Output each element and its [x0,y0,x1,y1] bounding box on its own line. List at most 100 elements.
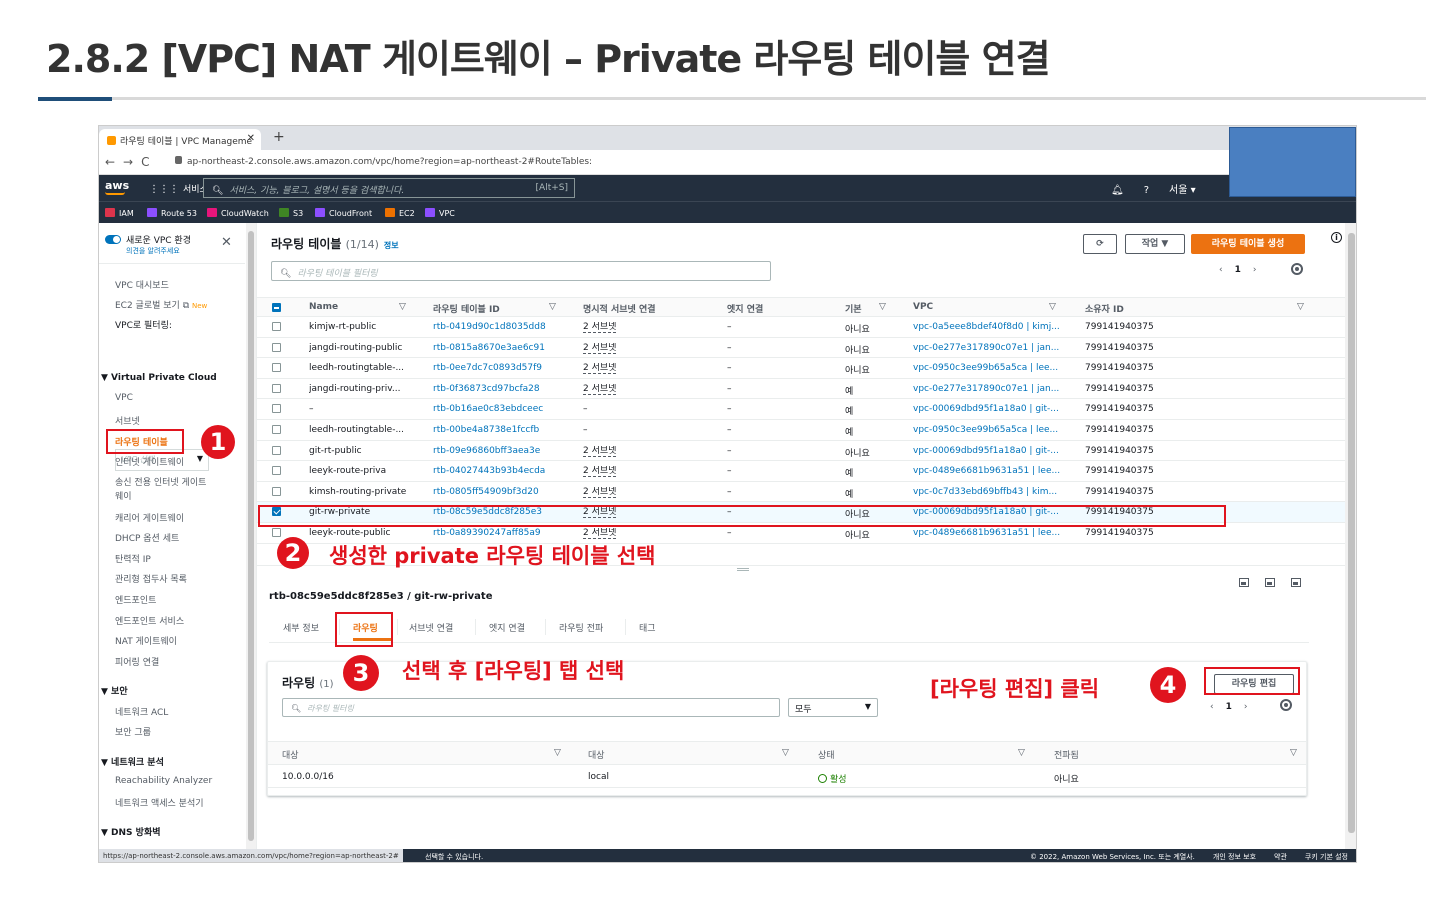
sidebar-item-carrier-gw[interactable]: 캐리어 게이트웨이 [115,511,184,524]
cell-vpc[interactable]: vpc-00069dbd95f1a18a0 | git-... [913,507,1059,517]
table-row[interactable]: jangdi-routing-priv... rtb-0f36873cd97bcf… [257,379,1345,400]
refresh-button[interactable]: ⟳ [1083,234,1117,254]
table-row[interactable]: git-rw-private rtb-08c59e5ddc8f285e3 2 서브넷… [257,502,1345,523]
sidebar-item-eip[interactable]: 탄력적 IP [115,552,151,565]
table-row[interactable]: leedh-routingtable-... rtb-0ee7dc7c0893d5… [257,358,1345,379]
col-destination[interactable]: 대상 [282,748,299,761]
select-all-checkbox[interactable] [272,303,281,312]
sidebar-item-vpc[interactable]: VPC [115,393,133,403]
row-checkbox[interactable] [272,466,281,476]
bookmark-cloudfront[interactable]: CloudFront [315,208,372,218]
sidebar-item-access-analyzer[interactable]: 네트워크 액세스 분석기 [115,796,204,809]
page-number[interactable]: 1 [1235,265,1241,275]
row-checkbox[interactable] [272,486,281,496]
privacy-link[interactable]: 개인 정보 보호 [1213,853,1256,861]
sidebar-item-subnets[interactable]: 서브넷 [115,414,140,427]
col-edge[interactable]: 엣지 연결 [727,302,763,315]
close-tab-icon[interactable]: ✕ [247,133,255,144]
terms-link[interactable]: 약관 [1274,853,1287,861]
prev-page-icon[interactable]: ‹ [1210,702,1214,712]
close-sidebar-icon[interactable]: ✕ [221,235,232,250]
new-vpc-toggle[interactable]: 새로운 VPC 환경 의견을 알려주세요 [105,233,191,256]
aws-search-input[interactable]: 🔍︎ 서비스, 기능, 블로그, 설명서 등을 검색합니다. [Alt+S] [203,178,575,198]
cell-route-table-id[interactable]: rtb-04027443b93b4ecda [433,466,545,476]
row-checkbox[interactable] [272,507,281,517]
nav-buttons[interactable]: ←→C [105,155,158,169]
sort-icon[interactable]: ▽ [1018,748,1025,758]
cell-route-table-id[interactable]: rtb-09e96860bff3aea3e [433,446,540,456]
main-scroll-thumb[interactable] [1348,233,1355,833]
feedback-link[interactable]: 의견을 알려주세요 [126,246,191,256]
col-status[interactable]: 상태 [818,748,835,761]
main-scrollbar[interactable] [1345,223,1356,849]
url-field[interactable]: ap-northeast-2.console.aws.amazon.com/vp… [175,156,592,167]
cell-route-table-id[interactable]: rtb-0a89390247aff85a9 [433,528,541,538]
cell-route-table-id[interactable]: rtb-0ee7dc7c0893d57f9 [433,363,542,373]
cell-route-table-id[interactable]: rtb-0815a8670e3ae6c91 [433,343,545,353]
prev-page-icon[interactable]: ‹ [1219,265,1223,275]
cell-route-table-id[interactable]: rtb-0b16ae0c83ebdceec [433,404,543,414]
table-row[interactable]: git-rt-public rtb-09e96860bff3aea3e 2 서브넷 –… [257,441,1345,462]
sort-icon[interactable]: ▽ [1297,302,1304,312]
sort-icon[interactable]: ▽ [1290,748,1297,758]
toggle-icon[interactable] [105,235,121,244]
col-subnet[interactable]: 명시적 서브넷 연결 [583,302,656,315]
info-icon[interactable]: i [1331,232,1342,243]
sort-icon[interactable]: ▽ [1049,302,1056,312]
sidebar-item-endpoints[interactable]: 엔드포인트 [115,593,156,606]
route-row[interactable]: 10.0.0.0/16 local 활성 아니요 [268,766,1306,788]
tab-edge-assoc[interactable]: 엣지 연결 [489,621,525,634]
region-selector[interactable]: 서울 ▾ [1169,185,1196,196]
sidebar-item-nacl[interactable]: 네트워크 ACL [115,705,168,718]
col-main[interactable]: 기본 [845,302,862,315]
col-vpc[interactable]: VPC [913,302,933,312]
new-tab-button[interactable]: + [273,129,285,145]
tab-tags[interactable]: 태그 [639,621,656,634]
panel-side-icon[interactable] [1265,578,1275,587]
table-row[interactable]: leedh-routingtable-... rtb-00be4a8738e1fc… [257,420,1345,441]
table-row[interactable]: leeyk-route-priva rtb-04027443b93b4ecda 2 … [257,461,1345,482]
cell-vpc[interactable]: vpc-00069dbd95f1a18a0 | git-... [913,404,1059,414]
tab-routes[interactable]: 라우팅 [353,621,378,634]
gear-icon[interactable] [1280,699,1292,711]
cell-route-table-id[interactable]: rtb-00be4a8738e1fccfb [433,425,539,435]
routes-filter-select[interactable]: 모두 [788,698,878,717]
services-menu[interactable]: ⋮⋮⋮ 서비스 [149,182,208,195]
sidebar-scroll-thumb[interactable] [248,231,254,841]
cell-route-table-id[interactable]: rtb-0419d90c1d8035dd8 [433,322,546,332]
next-page-icon[interactable]: › [1244,702,1248,712]
info-link[interactable]: 정보 [384,241,399,250]
sort-icon[interactable]: ▽ [549,302,556,312]
col-id[interactable]: 라우팅 테이블 ID [433,302,500,315]
cell-vpc[interactable]: vpc-0e277e317890c07e1 | jan... [913,384,1059,394]
section-security[interactable]: ▼ 보안 [101,684,128,697]
cell-vpc[interactable]: vpc-0950c3ee99b65a5ca | lee... [913,425,1058,435]
row-checkbox[interactable] [272,425,281,434]
col-propagated[interactable]: 전파됨 [1054,748,1079,761]
sidebar-item-sg[interactable]: 보안 그룹 [115,725,151,738]
browser-tab[interactable]: 라우팅 테이블 | VPC Manageme ✕ [99,129,261,150]
sidebar-item-igw[interactable]: 인터넷 게이트웨이 [115,455,184,468]
sort-icon[interactable]: ▽ [554,748,561,758]
sidebar-item-egress-igw-cont[interactable]: 웨이 [115,489,132,502]
row-checkbox[interactable] [272,363,281,373]
cell-vpc[interactable]: vpc-0489e6681b9631a51 | lee... [913,528,1060,538]
bell-icon[interactable]: 🔔︎ [1111,185,1124,196]
cookies-link[interactable]: 쿠키 기본 설정 [1305,853,1348,861]
cell-vpc[interactable]: vpc-0489e6681b9631a51 | lee... [913,466,1060,476]
route-table-filter-input[interactable]: 🔍︎ 라우팅 테이블 필터링 [271,261,771,281]
panel-full-icon[interactable] [1291,578,1301,587]
sort-icon[interactable]: ▽ [879,302,886,312]
sidebar-item-route-tables[interactable]: 라우팅 테이블 [115,435,168,448]
bookmark-route53[interactable]: Route 53 [147,208,197,218]
section-vpc[interactable]: ▼ Virtual Private Cloud [101,373,217,383]
row-checkbox[interactable] [272,445,281,455]
gear-icon[interactable] [1291,263,1303,275]
routes-filter-input[interactable]: 🔍︎ 라우팅 필터링 [282,698,780,717]
actions-button[interactable]: 작업 ▼ [1125,234,1185,254]
sidebar-item-endpoint-services[interactable]: 엔드포인트 서비스 [115,614,184,627]
col-owner[interactable]: 소유자 ID [1085,302,1124,315]
sidebar-item-reachability[interactable]: Reachability Analyzer [115,776,212,786]
section-dns-firewall[interactable]: ▼ DNS 방화벽 [101,825,161,838]
cell-route-table-id[interactable]: rtb-0805ff54909bf3d20 [433,487,539,497]
